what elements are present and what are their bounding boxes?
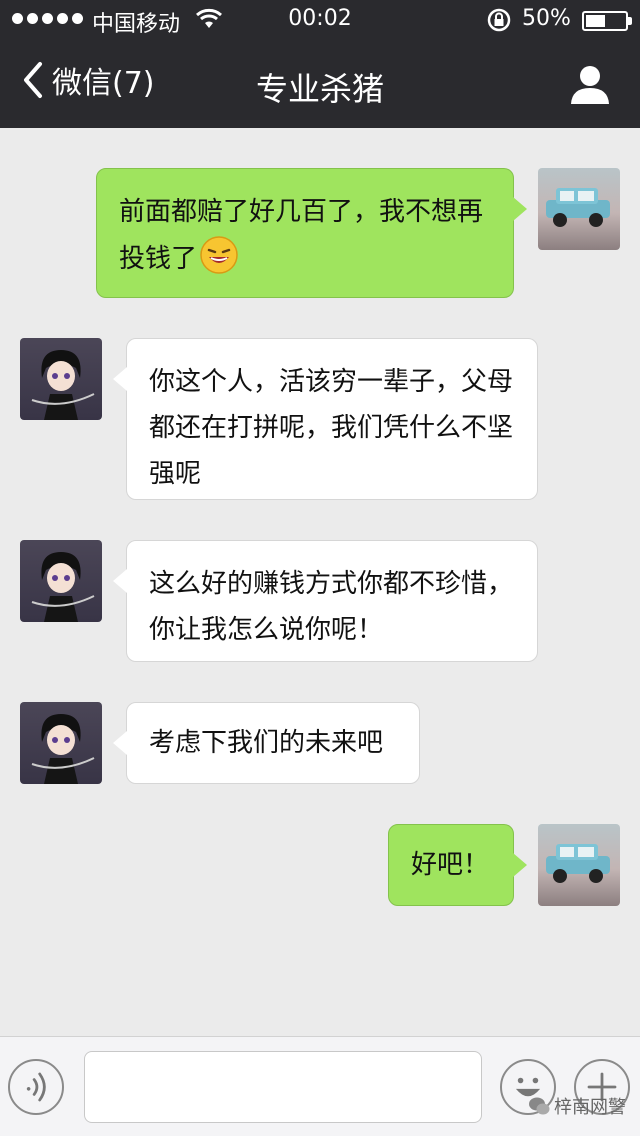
message-bubble-received[interactable]: 考虑下我们的未来吧 (113, 702, 420, 784)
battery-percent: 50% (522, 6, 571, 31)
contact-avatar[interactable] (20, 702, 102, 784)
car-icon (546, 188, 610, 227)
message-text: 你这个人，活该穷一辈子，父母都还在打拼呢，我们凭什么不坚强呢 (149, 367, 514, 489)
watermark-text: 梓南网警 (554, 1097, 626, 1118)
wechat-logo-icon (529, 1097, 550, 1115)
laughing-crying-emoji-icon (200, 236, 238, 274)
contact-avatar[interactable] (20, 540, 102, 622)
anime-character-icon (31, 350, 95, 420)
message-bubble-received[interactable]: 这么好的赚钱方式你都不珍惜，你让我怎么说你呢！ (113, 540, 538, 662)
message-bubble-sent[interactable]: 前面都赔了好几百了，我不想再投钱了 (96, 168, 527, 298)
contact-avatar[interactable] (20, 338, 102, 420)
chat-title: 专业杀猪 (255, 70, 384, 108)
status-bar: 中国移动 00:02 50% (0, 0, 640, 40)
battery-fill (586, 15, 605, 27)
message-text: 前面都赔了好几百了，我不想再投钱了 (119, 197, 484, 274)
message-text: 好吧！ (411, 850, 490, 880)
input-bar (0, 1036, 640, 1136)
anime-character-icon (31, 714, 95, 784)
message-text: 这么好的赚钱方式你都不珍惜，你让我怎么说你呢！ (149, 569, 514, 645)
message-input[interactable] (84, 1051, 482, 1123)
my-avatar[interactable] (538, 168, 620, 250)
rotation-lock-icon (487, 8, 511, 32)
top-bar: 中国移动 00:02 50% 微信(7) 专业杀猪 (0, 0, 640, 128)
voice-icon[interactable] (8, 1059, 64, 1115)
profile-icon[interactable] (568, 64, 612, 104)
message-text: 考虑下我们的未来吧 (149, 728, 384, 758)
battery-icon (582, 11, 632, 31)
chat-area[interactable]: 前面都赔了好几百了，我不想再投钱了 你这个人，活该穷一辈子，父母都还在打拼呢，我… (0, 128, 640, 1036)
my-avatar[interactable] (538, 824, 620, 906)
anime-character-icon (31, 552, 95, 622)
message-bubble-sent[interactable]: 好吧！ (388, 824, 527, 906)
nav-bar: 微信(7) 专业杀猪 (0, 40, 640, 128)
message-bubble-received[interactable]: 你这个人，活该穷一辈子，父母都还在打拼呢，我们凭什么不坚强呢 (113, 338, 538, 500)
watermark: 梓南网警 (528, 1093, 626, 1119)
car-icon (546, 844, 610, 883)
